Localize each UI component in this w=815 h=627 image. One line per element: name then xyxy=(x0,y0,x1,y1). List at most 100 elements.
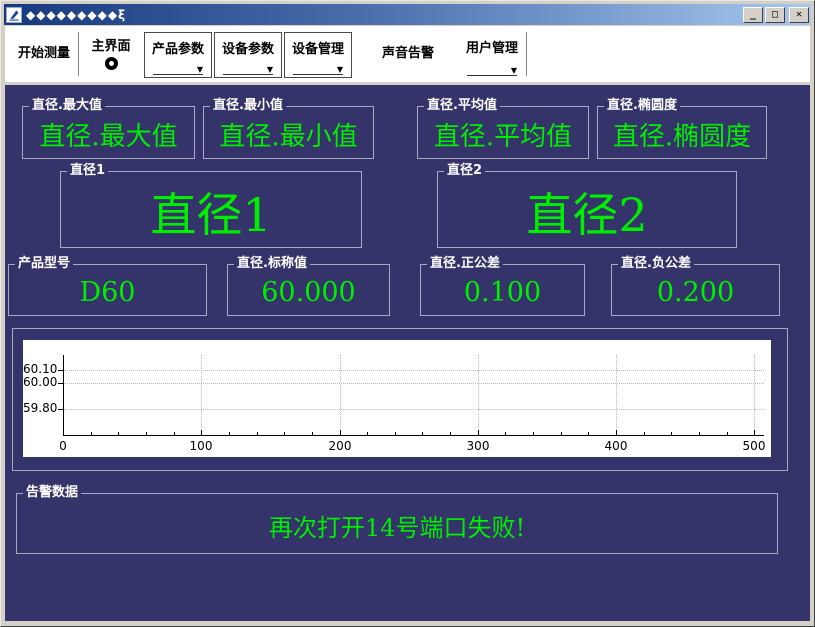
chart-x-tick xyxy=(201,430,202,435)
trend-chart-panel: 60.1060.0059.800100200300400500 xyxy=(12,328,788,471)
field-label: 直径.平均值 xyxy=(424,98,500,114)
chart-x-gridline xyxy=(201,355,202,435)
chart-x-tick-label: 300 xyxy=(463,439,493,454)
client-area: 直径.最大值 直径.最大值 直径.最小值 直径.最小值 直径.平均值 直径.平均… xyxy=(5,85,810,621)
field-plus-tolerance: 直径.正公差 0.100 xyxy=(420,264,585,316)
field-label: 直径2 xyxy=(444,163,485,179)
toolbar-button-label: 开始测量 xyxy=(18,46,70,62)
toolbar-button-sound-alarm[interactable]: 声音告警 xyxy=(369,28,447,80)
chart-x-minor-tick xyxy=(118,432,119,435)
chart-x-minor-tick xyxy=(450,432,451,435)
toolbar-button-start-measure[interactable]: 开始测量 xyxy=(13,28,75,80)
field-value: 直径1 xyxy=(61,172,361,247)
window-title: ◆◆◆◆◆◆◆◆◆ξ xyxy=(26,8,739,22)
toolbar-button-main-screen[interactable]: 主界面 xyxy=(82,28,140,80)
chevron-down-icon: ▼ xyxy=(267,65,273,74)
toolbar-button-user-manage[interactable]: 用户管理 ▼ xyxy=(461,32,523,78)
title-bar: ◆◆◆◆◆◆◆◆◆ξ _ □ ✕ xyxy=(4,4,811,25)
chart-x-gridline xyxy=(340,355,341,435)
chart-x-minor-tick xyxy=(699,432,700,435)
field-label: 直径.正公差 xyxy=(427,256,503,272)
field-nominal-value: 直径.标称值 60.000 xyxy=(227,264,390,316)
toolbar-separator xyxy=(526,32,527,76)
minimize-button[interactable]: _ xyxy=(743,7,763,23)
chart-y-gridline xyxy=(64,370,764,371)
device-params-dropdown[interactable]: ▼ xyxy=(223,62,273,75)
device-manage-dropdown[interactable]: ▼ xyxy=(293,62,343,75)
chart-x-tick xyxy=(616,430,617,435)
toolbar-button-device-params[interactable]: 设备参数 ▼ xyxy=(214,32,282,78)
chart-x-tick-label: 400 xyxy=(601,439,631,454)
alarm-label: 告警数据 xyxy=(23,485,81,501)
toolbar: 开始测量 主界面 产品参数 ▼ 设备参数 ▼ 设备管理 ▼ 声音告警 用户管理 … xyxy=(5,26,810,82)
chart-x-minor-tick xyxy=(644,432,645,435)
field-value: 直径.椭圆度 xyxy=(598,107,766,158)
chart-y-gridline xyxy=(64,383,764,384)
field-value: 0.200 xyxy=(612,265,779,315)
field-value: 60.000 xyxy=(228,265,389,315)
chart-x-gridline xyxy=(754,355,755,435)
chart-x-minor-tick xyxy=(367,432,368,435)
toolbar-button-product-params[interactable]: 产品参数 ▼ xyxy=(144,32,212,78)
chart-y-tick-label: 60.00 xyxy=(23,375,55,390)
chart-x-tick-label: 0 xyxy=(48,439,78,454)
field-value: 直径2 xyxy=(438,172,736,247)
close-button[interactable]: ✕ xyxy=(789,7,809,23)
field-label: 直径.标称值 xyxy=(234,256,310,272)
toolbar-separator xyxy=(78,32,79,76)
field-label: 直径.最小值 xyxy=(210,98,286,114)
chart-y-tick-label: 59.80 xyxy=(23,401,55,416)
circle-icon xyxy=(105,57,118,70)
chart-x-minor-tick xyxy=(422,432,423,435)
field-value: D60 xyxy=(9,265,206,315)
chart-x-minor-tick xyxy=(229,432,230,435)
field-diameter-avg: 直径.平均值 直径.平均值 xyxy=(417,106,589,159)
field-minus-tolerance: 直径.负公差 0.200 xyxy=(611,264,780,316)
chart-x-gridline xyxy=(616,355,617,435)
toolbar-button-label: 设备管理 xyxy=(292,42,344,58)
chart-x-minor-tick xyxy=(174,432,175,435)
toolbar-button-label: 设备参数 xyxy=(222,42,274,58)
chart-x-tick xyxy=(754,430,755,435)
chart-y-tick xyxy=(58,370,63,371)
chart-x-minor-tick xyxy=(561,432,562,435)
chart-x-minor-tick xyxy=(395,432,396,435)
chart-x-tick-label: 200 xyxy=(325,439,355,454)
field-diameter-min: 直径.最小值 直径.最小值 xyxy=(203,106,374,159)
toolbar-button-label: 产品参数 xyxy=(152,42,204,58)
chart-x-minor-tick xyxy=(727,432,728,435)
field-product-model: 产品型号 D60 xyxy=(8,264,207,316)
app-icon xyxy=(6,7,22,23)
chart-y-axis xyxy=(63,355,64,436)
toolbar-button-device-manage[interactable]: 设备管理 ▼ xyxy=(284,32,352,78)
field-value: 直径.最大值 xyxy=(23,107,194,158)
chart-x-tick-label: 100 xyxy=(186,439,216,454)
field-label: 产品型号 xyxy=(15,256,73,272)
app-window: ◆◆◆◆◆◆◆◆◆ξ _ □ ✕ 开始测量 主界面 产品参数 ▼ 设备参数 ▼ … xyxy=(0,0,815,627)
field-value: 直径.平均值 xyxy=(418,107,588,158)
toolbar-button-label: 声音告警 xyxy=(382,46,434,62)
field-diameter-ovality: 直径.椭圆度 直径.椭圆度 xyxy=(597,106,767,159)
field-label: 直径.最大值 xyxy=(29,98,105,114)
field-label: 直径.负公差 xyxy=(618,256,694,272)
toolbar-button-label: 用户管理 xyxy=(466,41,518,57)
toolbar-button-label: 主界面 xyxy=(91,39,130,55)
chart-x-minor-tick xyxy=(312,432,313,435)
chart-y-tick xyxy=(58,383,63,384)
maximize-button[interactable]: □ xyxy=(765,7,785,23)
chevron-down-icon: ▼ xyxy=(511,66,517,75)
alarm-message: 再次打开14号端口失败! xyxy=(17,494,777,553)
field-value: 直径.最小值 xyxy=(204,107,373,158)
chart-x-minor-tick xyxy=(671,432,672,435)
alarm-data-panel: 告警数据 再次打开14号端口失败! xyxy=(16,493,778,554)
user-manage-dropdown[interactable]: ▼ xyxy=(467,63,517,76)
chart-x-gridline xyxy=(478,355,479,435)
field-diameter-1: 直径1 直径1 xyxy=(60,171,362,248)
product-params-dropdown[interactable]: ▼ xyxy=(153,62,203,75)
chart-y-tick xyxy=(58,409,63,410)
field-value: 0.100 xyxy=(421,265,584,315)
chart-x-minor-tick xyxy=(588,432,589,435)
chevron-down-icon: ▼ xyxy=(337,65,343,74)
chart-x-tick xyxy=(63,430,64,435)
field-diameter-2: 直径2 直径2 xyxy=(437,171,737,248)
